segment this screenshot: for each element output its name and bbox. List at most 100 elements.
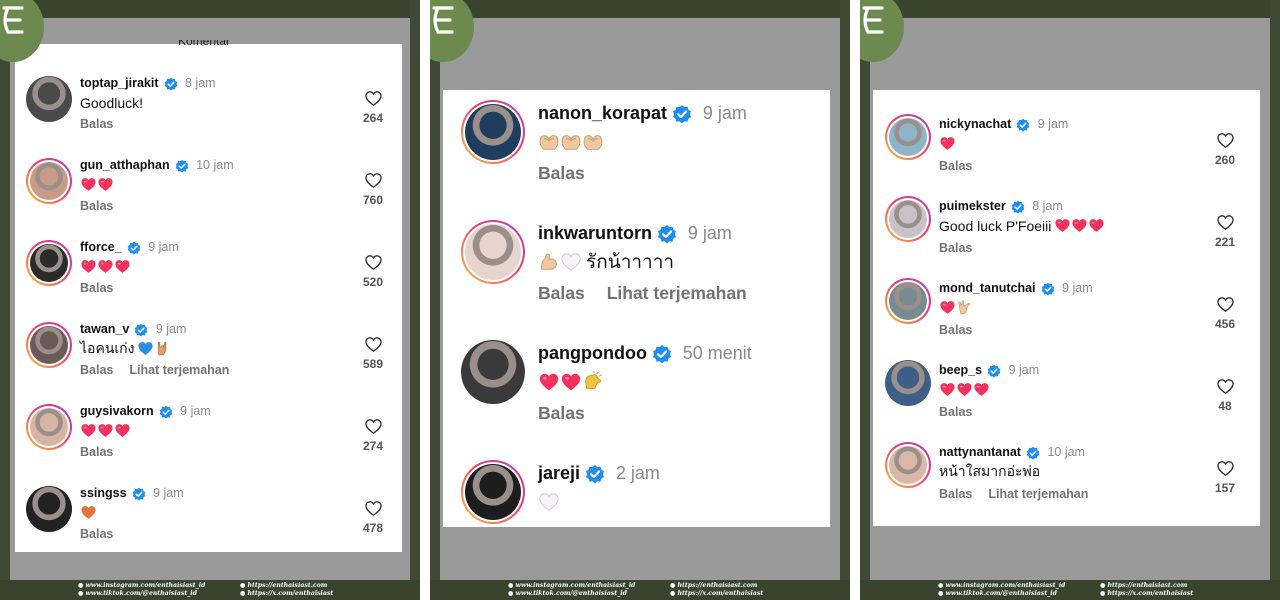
see-translation-button[interactable]: Lihat terjemahan [129,363,229,377]
username-text[interactable]: beep_s [939,363,982,377]
comment-username[interactable]: toptap_jirakit 8 jam [80,76,216,91]
reply-button[interactable]: Balas [538,403,585,423]
reply-button[interactable]: Balas [538,163,585,183]
avatar[interactable] [26,404,72,450]
footer-website-link[interactable]: ● https://enthaisiast.com [1100,582,1193,590]
avatar[interactable] [885,196,931,242]
footer-x-link[interactable]: ● https://x.com/enthaisiast [240,590,333,598]
footer-website-link[interactable]: ● https://enthaisiast.com [240,582,333,590]
username-text[interactable]: nattynantanat [939,445,1021,459]
footer-instagram-link[interactable]: ● www.instagram.com/enthaisiast_id [78,582,205,590]
username-text[interactable]: mond_tanutchai [939,281,1036,295]
comment-username[interactable]: nattynantanat 10 jam [939,445,1085,460]
avatar[interactable] [461,340,525,404]
like-button[interactable]: 48 [1205,377,1245,413]
reply-button[interactable]: Balas [939,159,972,173]
avatar[interactable] [885,278,931,324]
comment-body: ไอคนเก่ง [80,339,135,356]
like-button[interactable]: 589 [353,335,393,371]
like-button[interactable]: 221 [1205,213,1245,249]
footer-tiktok-link[interactable]: ● www.tiktok.com/@enthaisiast_id [78,590,205,598]
avatar[interactable] [26,486,72,532]
comment-username[interactable]: nanon_korapat 9 jam [538,103,747,124]
username-text[interactable]: nickynachat [939,117,1011,131]
comment-username[interactable]: tawan_v 9 jam [80,322,186,337]
comment-username[interactable]: mond_tanutchai 9 jam [939,281,1093,296]
footer-tiktok-link[interactable]: ● www.tiktok.com/@enthaisiast_id [508,590,635,598]
footer-x-link[interactable]: ● https://x.com/enthaisiast [1100,590,1193,598]
reply-button[interactable]: Balas [538,283,585,303]
avatar[interactable] [26,240,72,286]
reply-button[interactable]: Balas [939,323,972,337]
username-text[interactable]: guysivakorn [80,404,154,418]
comment-username[interactable]: fforce_ 9 jam [80,240,179,255]
reply-button[interactable]: Balas [80,199,113,213]
like-button[interactable]: 760 [353,171,393,207]
like-button[interactable]: 264 [353,89,393,125]
comment-text [939,381,990,398]
reply-button[interactable]: Balas [939,241,972,255]
comment-actions: Balas [939,405,972,419]
avatar-photo [26,486,72,532]
like-button[interactable]: 456 [1205,295,1245,331]
heart-emoji-icon [81,260,96,273]
username-text[interactable]: gun_atthaphan [80,158,170,172]
comment-username[interactable]: guysivakorn 9 jam [80,404,211,419]
flexed-biceps-emoji-icon [540,253,557,270]
like-button[interactable]: 260 [1205,131,1245,167]
comment-username[interactable]: puimekster 8 jam [939,199,1063,214]
reply-button[interactable]: Balas [80,363,113,377]
like-button[interactable]: 157 [1205,459,1245,495]
username-text[interactable]: ssingss [80,486,127,500]
footer-x-link[interactable]: ● https://x.com/enthaisiast [670,590,763,598]
comment-item: gun_atthaphan 10 jam Balas 760 [15,158,402,240]
comment-username[interactable]: pangpondoo 50 menit [538,343,752,364]
like-count: 48 [1218,399,1232,413]
heart-emoji-icon [561,373,581,391]
footer-instagram-link[interactable]: ● www.instagram.com/enthaisiast_id [938,582,1065,590]
comment-username[interactable]: ssingss 9 jam [80,486,184,501]
comment-username[interactable]: nickynachat 9 jam [939,117,1068,132]
like-button[interactable]: 478 [353,499,393,535]
username-text[interactable]: puimekster [939,199,1006,213]
reply-button[interactable]: Balas [939,487,972,501]
username-text[interactable]: inkwaruntorn [538,223,652,243]
reply-button[interactable]: Balas [80,445,113,459]
avatar[interactable] [26,158,72,204]
footer-instagram-link[interactable]: ● www.instagram.com/enthaisiast_id [508,582,635,590]
username-text[interactable]: tawan_v [80,322,129,336]
reply-button[interactable]: Balas [80,117,113,131]
comment-actions: Balas Lihat terjemahan [538,283,747,304]
comment-username[interactable]: jareji 2 jam [538,463,660,484]
comment-body: รักน้าาาาา [586,252,675,273]
footer: ● www.instagram.com/enthaisiast_id ● www.… [430,580,850,600]
reply-button[interactable]: Balas [80,281,113,295]
footer-tiktok-link[interactable]: ● www.tiktok.com/@enthaisiast_id [938,590,1065,598]
see-translation-button[interactable]: Lihat terjemahan [607,283,747,303]
username-text[interactable]: jareji [538,463,580,483]
avatar[interactable] [26,322,72,368]
comment-time: 9 jam [702,103,747,123]
avatar[interactable] [26,76,72,122]
avatar[interactable] [461,220,525,284]
comment-item: ssingss 9 jam Balas 478 [15,486,402,552]
comment-time: 10 jam [196,158,234,172]
comment-username[interactable]: gun_atthaphan 10 jam [80,158,234,173]
username-text[interactable]: nanon_korapat [538,103,667,123]
like-button[interactable]: 520 [353,253,393,289]
like-button[interactable]: 274 [353,417,393,453]
username-text[interactable]: fforce_ [80,240,122,254]
username-text[interactable]: toptap_jirakit [80,76,159,90]
reply-button[interactable]: Balas [939,405,972,419]
reply-button[interactable]: Balas [80,527,113,541]
avatar[interactable] [885,442,931,488]
avatar[interactable] [885,360,931,406]
see-translation-button[interactable]: Lihat terjemahan [988,487,1088,501]
avatar[interactable] [885,114,931,160]
avatar[interactable] [461,100,525,164]
username-text[interactable]: pangpondoo [538,343,647,363]
avatar[interactable] [461,460,525,524]
footer-website-link[interactable]: ● https://enthaisiast.com [670,582,763,590]
comment-username[interactable]: inkwaruntorn 9 jam [538,223,732,244]
comment-username[interactable]: beep_s 9 jam [939,363,1039,378]
